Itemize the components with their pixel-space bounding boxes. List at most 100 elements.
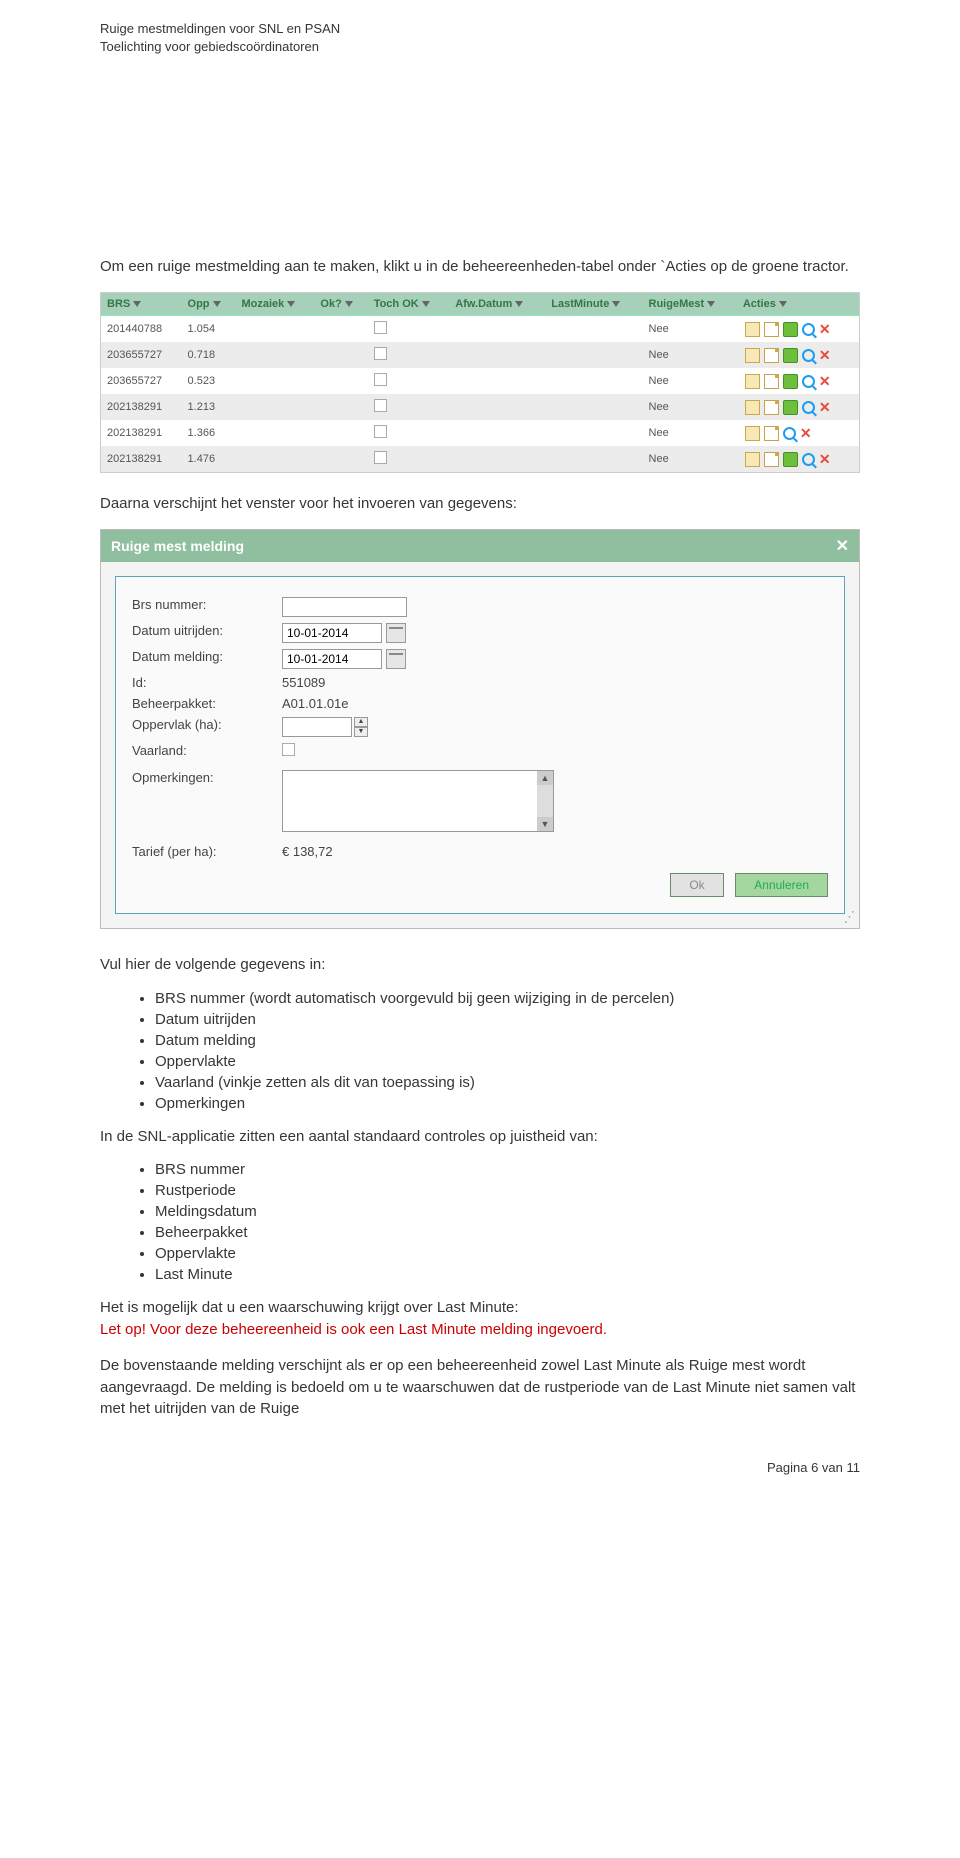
detail-icon[interactable] [745, 374, 760, 389]
table-row: 2036557270.718Nee✕ [101, 342, 860, 368]
brs-input[interactable] [282, 597, 407, 617]
search-icon[interactable] [802, 349, 815, 362]
delete-icon[interactable]: ✕ [819, 349, 831, 362]
melding-input[interactable] [282, 649, 382, 669]
col-header[interactable]: Ok? [314, 293, 367, 316]
note-icon[interactable] [764, 322, 779, 337]
detail-icon[interactable] [745, 348, 760, 363]
scrollbar[interactable]: ▲ ▼ [537, 771, 553, 831]
tochok-checkbox[interactable] [374, 451, 387, 464]
vaarland-label: Vaarland: [132, 743, 282, 758]
chevron-up-icon[interactable]: ▲ [354, 717, 368, 727]
uitrijden-input[interactable] [282, 623, 382, 643]
col-header[interactable]: Mozaiek [236, 293, 315, 316]
detail-icon[interactable] [745, 400, 760, 415]
detail-icon[interactable] [745, 426, 760, 441]
tochok-checkbox[interactable] [374, 425, 387, 438]
cancel-button[interactable]: Annuleren [735, 873, 828, 897]
note-icon[interactable] [764, 452, 779, 467]
filter-icon[interactable] [422, 301, 430, 307]
tractor-icon[interactable] [783, 400, 798, 415]
search-icon[interactable] [802, 401, 815, 414]
filter-icon[interactable] [287, 301, 295, 307]
pakket-label: Beheerpakket: [132, 696, 282, 711]
col-header[interactable]: Afw.Datum [449, 293, 545, 316]
table-row: 2014407881.054Nee✕ [101, 316, 860, 343]
scroll-down-icon[interactable]: ▼ [537, 817, 553, 831]
search-icon[interactable] [783, 427, 796, 440]
note-icon[interactable] [764, 374, 779, 389]
close-icon[interactable]: ✕ [836, 536, 849, 556]
delete-icon[interactable]: ✕ [819, 453, 831, 466]
filter-icon[interactable] [133, 301, 141, 307]
ruige-mest-dialog: Ruige mest melding ✕ Brs nummer: Datum u… [100, 529, 860, 929]
chevron-down-icon[interactable]: ▼ [354, 727, 368, 737]
dialog-title-text: Ruige mest melding [111, 538, 244, 554]
list-item: BRS nummer [155, 1161, 860, 1178]
pakket-value: A01.01.01e [282, 696, 349, 711]
filter-icon[interactable] [515, 301, 523, 307]
tochok-checkbox[interactable] [374, 373, 387, 386]
para-explain: De bovenstaande melding verschijnt als e… [100, 1355, 860, 1420]
search-icon[interactable] [802, 375, 815, 388]
list-item: Rustperiode [155, 1182, 860, 1199]
tarief-label: Tarief (per ha): [132, 844, 282, 859]
id-value: 551089 [282, 675, 325, 690]
col-header[interactable]: Opp [182, 293, 236, 316]
tochok-checkbox[interactable] [374, 399, 387, 412]
warn-intro: Het is mogelijk dat u een waarschuwing k… [100, 1297, 860, 1341]
delete-icon[interactable]: ✕ [819, 323, 831, 336]
vaarland-checkbox[interactable] [282, 743, 295, 756]
opmerkingen-textarea[interactable]: ▲ ▼ [282, 770, 554, 832]
delete-icon[interactable]: ✕ [819, 375, 831, 388]
note-icon[interactable] [764, 426, 779, 441]
delete-icon[interactable]: ✕ [800, 427, 812, 440]
note-icon[interactable] [764, 348, 779, 363]
table-row: 2021382911.476Nee✕ [101, 446, 860, 473]
tractor-icon[interactable] [783, 452, 798, 467]
list-item: Beheerpakket [155, 1224, 860, 1241]
ok-button[interactable]: Ok [670, 873, 723, 897]
col-header[interactable]: Toch OK [368, 293, 450, 316]
filter-icon[interactable] [345, 301, 353, 307]
col-header[interactable]: BRS [101, 293, 182, 316]
filter-icon[interactable] [612, 301, 620, 307]
tractor-icon[interactable] [783, 322, 798, 337]
para-after-table: Daarna verschijnt het venster voor het i… [100, 493, 860, 515]
tractor-icon[interactable] [783, 348, 798, 363]
tochok-checkbox[interactable] [374, 321, 387, 334]
oppervlak-stepper[interactable]: ▲▼ [282, 717, 368, 737]
oppervlak-label: Oppervlak (ha): [132, 717, 282, 732]
list-item: Oppervlakte [155, 1245, 860, 1262]
input-fields-list: BRS nummer (wordt automatisch voorgevuld… [100, 990, 860, 1112]
search-icon[interactable] [802, 453, 815, 466]
detail-icon[interactable] [745, 322, 760, 337]
delete-icon[interactable]: ✕ [819, 401, 831, 414]
oppervlak-input[interactable] [282, 717, 352, 737]
dialog-body: Brs nummer: Datum uitrijden: Datum meldi… [115, 576, 845, 914]
opmerkingen-label: Opmerkingen: [132, 770, 282, 785]
filter-icon[interactable] [213, 301, 221, 307]
search-icon[interactable] [802, 323, 815, 336]
para-vul: Vul hier de volgende gegevens in: [100, 954, 860, 976]
note-icon[interactable] [764, 400, 779, 415]
detail-icon[interactable] [745, 452, 760, 467]
calendar-icon[interactable] [386, 623, 406, 643]
filter-icon[interactable] [779, 301, 787, 307]
beheereenheden-table: BRSOppMozaiekOk?Toch OKAfw.DatumLastMinu… [100, 292, 860, 473]
tractor-icon[interactable] [783, 374, 798, 389]
col-header[interactable]: Acties [737, 293, 860, 316]
tochok-checkbox[interactable] [374, 347, 387, 360]
calendar-icon[interactable] [386, 649, 406, 669]
col-header[interactable]: LastMinute [545, 293, 642, 316]
list-item: Datum uitrijden [155, 1011, 860, 1028]
hdr-line1: Ruige mestmeldingen voor SNL en PSAN [100, 21, 340, 36]
scroll-up-icon[interactable]: ▲ [537, 771, 553, 785]
list-item: Vaarland (vinkje zetten als dit van toep… [155, 1074, 860, 1091]
table-row: 2021382911.366Nee✕ [101, 420, 860, 446]
filter-icon[interactable] [707, 301, 715, 307]
col-header[interactable]: RuigeMest [643, 293, 737, 316]
tarief-value: € 138,72 [282, 844, 333, 859]
resize-handle-icon[interactable]: ⋰ [842, 908, 858, 926]
list-item: Opmerkingen [155, 1095, 860, 1112]
